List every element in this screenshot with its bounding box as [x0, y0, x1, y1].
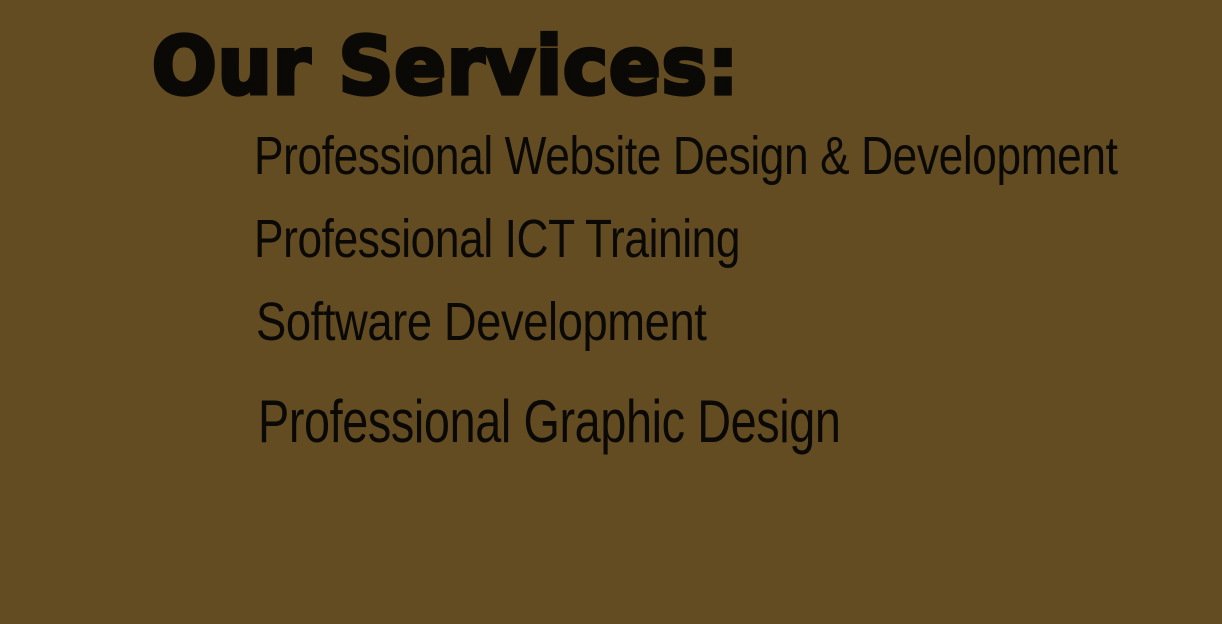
service-item-ict-training: Professional ICT Training [254, 209, 741, 269]
page-title: Our Services: [150, 17, 740, 115]
service-item-website-design: Professional Website Design & Developmen… [254, 126, 1118, 186]
service-item-graphic-design: Professional Graphic Design [258, 388, 841, 455]
services-banner: { "banner": { "title": "Our Services:", … [0, 0, 1222, 624]
service-item-software-development: Software Development [256, 292, 707, 352]
